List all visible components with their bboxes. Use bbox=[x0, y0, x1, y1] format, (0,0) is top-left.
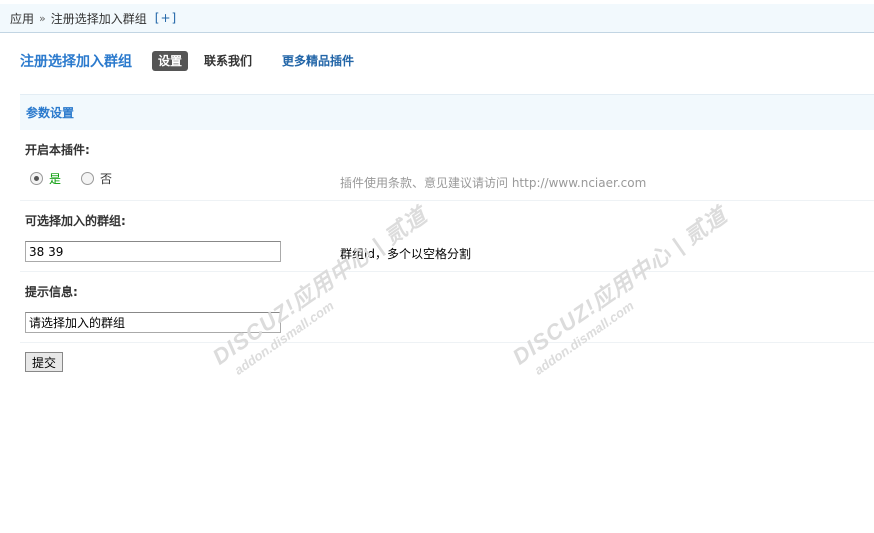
add-shortcut-button[interactable]: [+] bbox=[155, 11, 177, 25]
enable-plugin-label: 开启本插件: bbox=[25, 143, 90, 157]
section-title: 参数设置 bbox=[26, 106, 75, 120]
more-plugins-link[interactable]: 更多精品插件 bbox=[276, 51, 360, 71]
breadcrumb-root-link[interactable]: 应用 bbox=[10, 10, 34, 27]
groups-hint: 群组id，多个以空格分割 bbox=[340, 247, 471, 261]
enable-no-radio[interactable] bbox=[81, 172, 95, 185]
watermark-brand: DISCUZ!应用中心 | 贰道 bbox=[507, 202, 732, 370]
plugin-title: 注册选择加入群组 bbox=[20, 54, 132, 70]
watermark-logo: DISCUZ!应用中心 | 贰道 addon.dismall.com bbox=[505, 198, 741, 383]
row-divider bbox=[20, 342, 874, 343]
breadcrumb-current: 注册选择加入群组 bbox=[50, 11, 147, 26]
message-input[interactable] bbox=[25, 312, 281, 333]
section-header: 参数设置 bbox=[20, 94, 874, 130]
groups-input[interactable] bbox=[25, 241, 281, 262]
enable-plugin-hint: 插件使用条款、意见建议请访问 http://www.nciaer.com bbox=[340, 176, 647, 190]
watermark-brand: DISCUZ!应用中心 | 贰道 bbox=[207, 202, 432, 370]
enable-no-label[interactable]: 否 bbox=[100, 170, 112, 187]
plugin-tabs: 注册选择加入群组 设置 联系我们 更多精品插件 bbox=[20, 50, 370, 72]
watermark-domain: addon.dismall.com bbox=[531, 297, 637, 378]
tab-settings[interactable]: 设置 bbox=[152, 51, 189, 71]
watermark-logo: DISCUZ!应用中心 | 贰道 addon.dismall.com bbox=[205, 198, 441, 383]
enable-plugin-radio-group: 是 否 bbox=[30, 170, 132, 187]
tab-contact-us[interactable]: 联系我们 bbox=[198, 51, 258, 71]
enable-yes-radio[interactable] bbox=[30, 172, 43, 185]
groups-label: 可选择加入的群组: bbox=[25, 214, 126, 228]
enable-yes-label[interactable]: 是 bbox=[49, 170, 61, 187]
row-divider bbox=[20, 200, 874, 201]
row-divider bbox=[20, 271, 874, 272]
message-label: 提示信息: bbox=[25, 285, 78, 299]
breadcrumb-separator: » bbox=[39, 11, 46, 25]
submit-button[interactable]: 提交 bbox=[25, 352, 64, 372]
breadcrumb: 应用 » 注册选择加入群组 [+] bbox=[0, 4, 874, 33]
